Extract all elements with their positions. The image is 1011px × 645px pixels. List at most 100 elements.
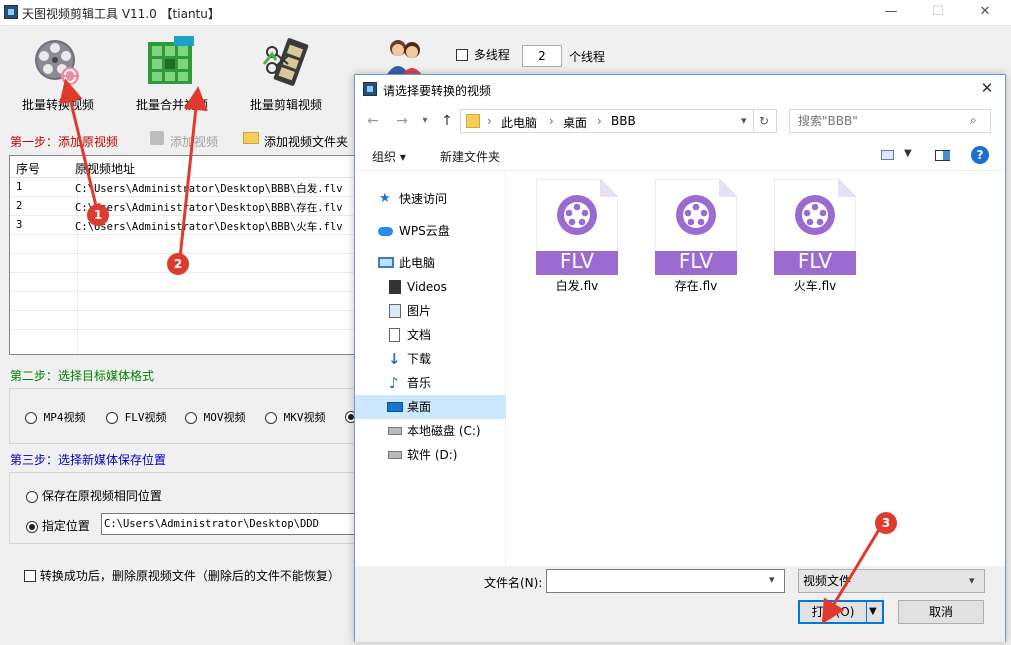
drive-icon — [388, 451, 402, 459]
nav-desktop[interactable]: 桌面 — [355, 395, 506, 419]
multithread-checkbox[interactable] — [456, 48, 468, 61]
app-titlebar: 天图视频剪辑工具 V11.0 【tiantu】 — ☐ ✕ — [0, 0, 1011, 26]
thread-count-input[interactable]: 2 — [522, 45, 562, 67]
up-arrow-icon[interactable]: ↑ — [437, 111, 457, 131]
nav-pictures[interactable]: 图片 — [355, 299, 506, 323]
nav-this-pc[interactable]: 此电脑 — [355, 251, 506, 275]
table-row[interactable]: 3 C:\Users\Administrator\Desktop\BBB\火车.… — [10, 216, 354, 235]
address-bar[interactable]: › 此电脑 › 桌面 › BBB ▾ ↻ — [460, 109, 777, 133]
refresh-icon[interactable]: ↻ — [759, 114, 769, 128]
add-folder-button[interactable]: 添加视频文件夹 — [264, 133, 348, 150]
flv-file-icon: FLV — [773, 178, 857, 276]
nav-quick-access[interactable]: ★ 快速访问 — [355, 187, 506, 211]
nav-music[interactable]: ♪ 音乐 — [355, 371, 506, 395]
nav-software-disk[interactable]: 软件 (D:) — [355, 443, 506, 467]
preview-pane-icon[interactable] — [935, 150, 950, 161]
view-options-icon[interactable] — [881, 150, 894, 160]
step1-title: 第一步：添加原视频 — [10, 135, 119, 149]
custom-location-option[interactable]: 指定位置 — [26, 517, 90, 534]
same-location-option[interactable]: 保存在原视频相同位置 — [26, 487, 162, 504]
batch-merge-button[interactable]: 批量合并视频 — [117, 34, 227, 113]
dialog-nav-row: ← → ▾ ↑ › 此电脑 › 桌面 › BBB ▾ ↻ ⌕ — [355, 105, 1005, 137]
table-row[interactable]: 1 C:\Users\Administrator\Desktop\BBB\白发.… — [10, 178, 354, 197]
nav-local-disk[interactable]: 本地磁盘 (C:) — [355, 419, 506, 443]
col-path-header: 原视频地址 — [75, 162, 136, 176]
close-button[interactable]: ✕ — [971, 2, 999, 22]
batch-edit-button[interactable]: 批量剪辑视频 — [231, 34, 341, 113]
filetype-select[interactable]: 视频文件 ▾ — [798, 569, 985, 593]
dialog-titlebar: 请选择要转换的视频 ✕ — [355, 75, 1005, 103]
forward-arrow-icon[interactable]: → — [392, 111, 412, 131]
dialog-close-button[interactable]: ✕ — [975, 79, 999, 99]
format-flv-option[interactable]: FLV视频 — [106, 409, 167, 425]
annotation-badge-1: 1 — [87, 204, 109, 226]
dialog-footer: 文件名(N): ▾ 视频文件 ▾ 打开(O) ▼ 取消 — [355, 566, 1005, 642]
drive-icon — [388, 427, 402, 435]
format-mp4-radio[interactable] — [25, 412, 37, 424]
minimize-button[interactable]: — — [877, 2, 905, 22]
step2-title: 第二步：选择目标媒体格式 — [10, 369, 155, 383]
file-name: 存在.flv — [674, 279, 718, 293]
dialog-logo-icon — [363, 82, 377, 96]
format-mov-radio[interactable] — [185, 412, 197, 424]
file-list-pane[interactable]: FLV 白发.flv FLV 存在.flv FLV 火车.flv — [507, 171, 1005, 566]
flv-file-icon: FLV — [535, 178, 619, 276]
back-arrow-icon[interactable]: ← — [363, 111, 383, 131]
search-input[interactable] — [790, 110, 960, 132]
filetype-dropdown-icon: ▾ — [969, 574, 975, 587]
new-folder-button[interactable]: 新建文件夹 — [440, 148, 500, 165]
dialog-title: 请选择要转换的视频 — [383, 84, 492, 98]
file-item[interactable]: FLV 存在.flv — [646, 178, 746, 294]
nav-downloads[interactable]: ↓ 下载 — [355, 347, 506, 371]
add-folder-icon — [243, 132, 259, 144]
filename-input[interactable]: ▾ — [546, 569, 785, 593]
custom-location-radio[interactable] — [26, 520, 38, 533]
format-mkv-radio[interactable] — [265, 412, 277, 424]
view-dropdown-icon[interactable]: ▼ — [904, 148, 912, 159]
organize-button[interactable]: 组织 ▾ — [372, 148, 406, 165]
file-item[interactable]: FLV 白发.flv — [527, 178, 627, 294]
breadcrumb-this-pc[interactable]: 此电脑 — [501, 114, 537, 131]
file-item[interactable]: FLV 火车.flv — [765, 178, 865, 294]
cancel-button[interactable]: 取消 — [898, 600, 984, 624]
save-path-input[interactable]: C:\Users\Administrator\Desktop\DDD — [101, 513, 355, 535]
filename-dropdown-icon[interactable]: ▾ — [769, 573, 775, 586]
format-mp4-option[interactable]: MP4视频 — [25, 409, 86, 425]
same-location-radio[interactable] — [26, 490, 38, 503]
search-icon[interactable]: ⌕ — [970, 113, 977, 128]
multithread-option[interactable]: 多线程 — [456, 46, 510, 63]
download-icon: ↓ — [388, 350, 401, 368]
thread-unit-label: 个线程 — [569, 50, 606, 64]
recent-chevron-icon[interactable]: ▾ — [415, 111, 435, 131]
open-file-dialog: 请选择要转换的视频 ✕ ← → ▾ ↑ › 此电脑 › 桌面 › BBB ▾ ↻… — [354, 74, 1006, 642]
help-icon[interactable]: ? — [971, 146, 989, 164]
annotation-badge-2: 2 — [167, 253, 189, 275]
format-mkv-option[interactable]: MKV视频 — [265, 409, 326, 425]
breadcrumb-desktop[interactable]: 桌面 — [563, 114, 587, 131]
format-flv-radio[interactable] — [106, 412, 118, 424]
table-header: 序号 原视频地址 — [10, 156, 354, 178]
nav-wps-cloud[interactable]: WPS云盘 — [355, 219, 506, 243]
open-button[interactable]: 打开(O) ▼ — [798, 600, 884, 624]
table-row[interactable]: 2 C:\Users\Administrator\Desktop\BBB\存在.… — [10, 197, 354, 216]
batch-convert-button[interactable]: 批量转换视频 — [3, 34, 113, 113]
music-icon: ♪ — [389, 374, 399, 392]
add-video-icon — [150, 131, 164, 145]
dialog-command-bar: 组织 ▾ 新建文件夹 ▼ ? — [355, 141, 1005, 171]
format-mov-option[interactable]: MOV视频 — [185, 409, 246, 425]
add-video-button[interactable]: 添加视频 — [170, 133, 218, 150]
star-icon: ★ — [379, 191, 391, 206]
breadcrumb-bbb[interactable]: BBB — [611, 114, 636, 128]
search-box[interactable]: ⌕ — [789, 109, 991, 133]
step3-title: 第三步：选择新媒体保存位置 — [10, 453, 167, 467]
navigation-pane: ★ 快速访问 WPS云盘 此电脑 Videos 图片 文档 ↓ 下载 ♪ 音乐 … — [355, 171, 506, 566]
open-dropdown-icon[interactable]: ▼ — [866, 602, 882, 622]
nav-documents[interactable]: 文档 — [355, 323, 506, 347]
address-dropdown-icon[interactable]: ▾ — [741, 114, 747, 127]
maximize-button[interactable]: ☐ — [924, 2, 952, 22]
delete-source-checkbox[interactable] — [24, 569, 36, 582]
delete-source-option[interactable]: 转换成功后，删除原视频文件（删除后的文件不能恢复） — [24, 567, 340, 584]
nav-videos[interactable]: Videos — [355, 275, 506, 299]
folder-icon — [466, 114, 480, 128]
video-folder-icon — [389, 280, 401, 294]
